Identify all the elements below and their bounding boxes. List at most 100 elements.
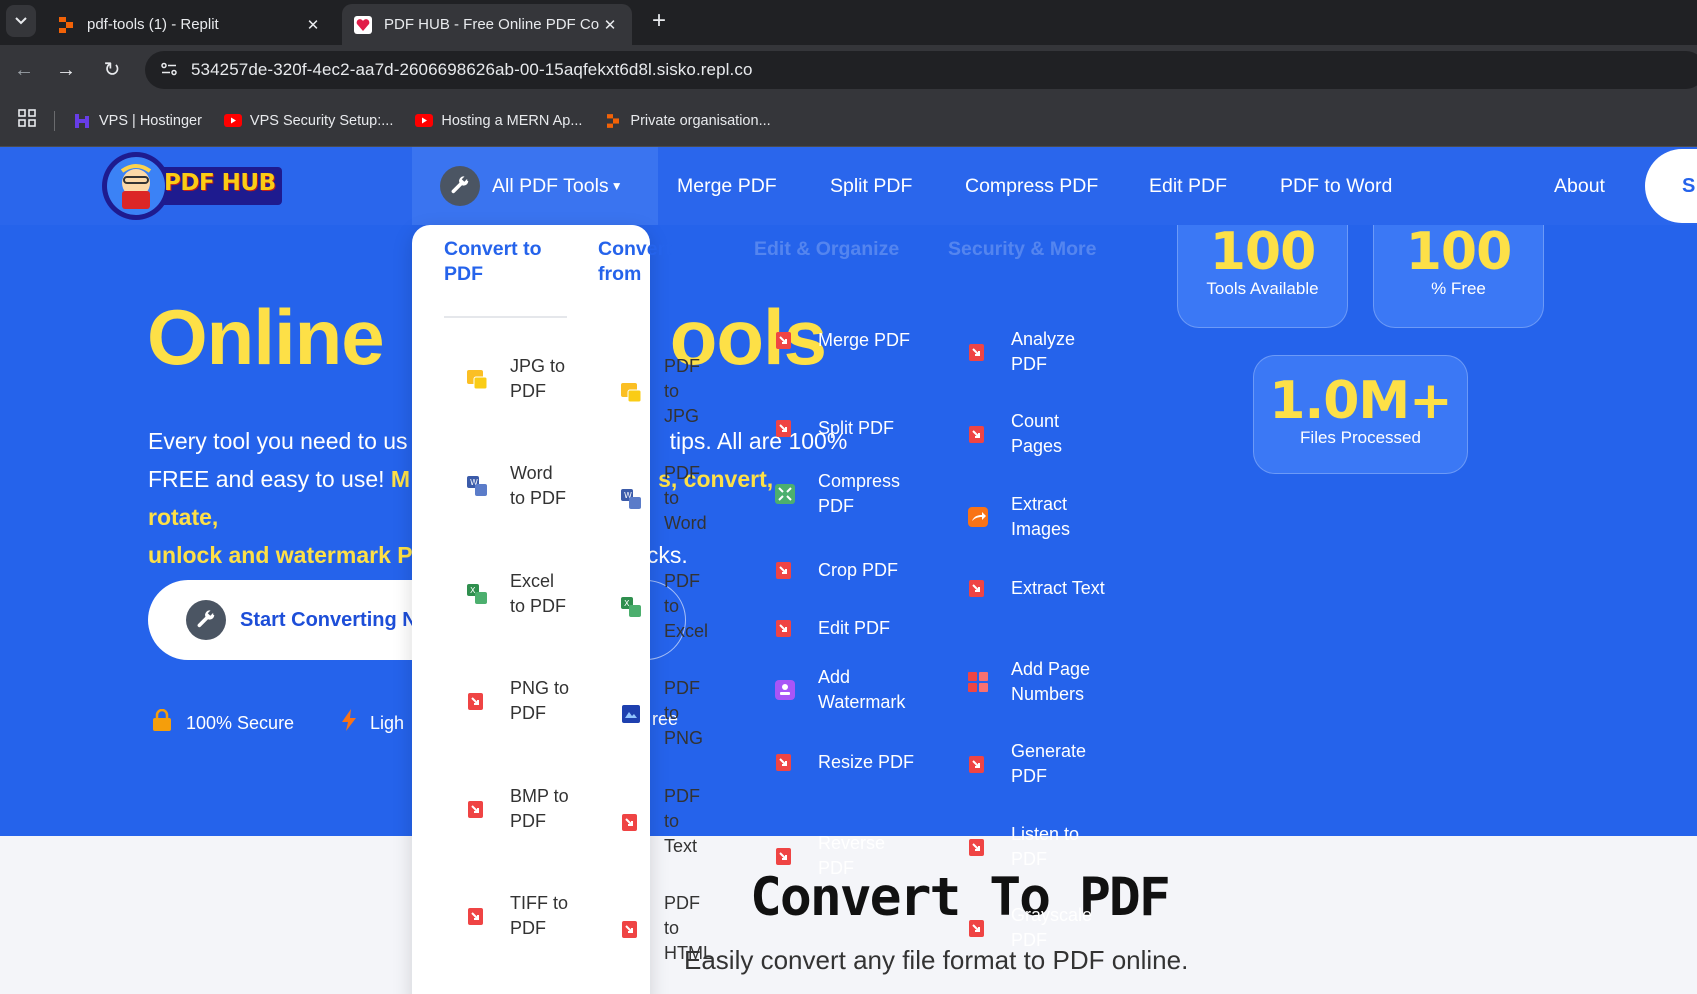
nav-label: Edit PDF — [1149, 174, 1228, 197]
edit-organize-label: Edit PDF — [818, 617, 891, 638]
imgA-icon — [618, 701, 644, 727]
security-more-item[interactable]: Grayscale PDF — [965, 903, 1111, 953]
browser-tab-strip: pdf-tools (1) - Replit ✕ PDF HUB - Free … — [0, 0, 1697, 45]
convert-from-pdf-label: PDF to Text — [664, 786, 700, 856]
bookmark-label: Private organisation... — [630, 112, 771, 129]
close-tab-icon[interactable]: ✕ — [303, 16, 323, 34]
browser-tab-replit[interactable]: pdf-tools (1) - Replit ✕ — [45, 4, 335, 45]
browser-tab-pdfhub[interactable]: PDF HUB - Free Online PDF Co ✕ — [342, 4, 632, 45]
convert-from-pdf-item[interactable]: PDF to Text — [618, 784, 714, 859]
bookmark-mern[interactable]: Hosting a MERN Ap... — [415, 113, 582, 129]
watermark-icon — [772, 677, 798, 703]
bookmark-hostinger[interactable]: VPS | Hostinger — [73, 113, 202, 129]
section-subtitle: Easily convert any file format to PDF on… — [684, 945, 1189, 975]
back-icon[interactable]: ← — [8, 54, 40, 86]
hero-sub-highlight: P — [397, 542, 413, 568]
close-tab-icon[interactable]: ✕ — [600, 16, 620, 34]
new-tab-button[interactable]: + — [646, 8, 672, 34]
bookmark-vps-security[interactable]: VPS Security Setup:... — [223, 112, 394, 129]
feature-secure: 100% Secure — [152, 708, 294, 737]
nav-merge-pdf[interactable]: Merge PDF — [677, 147, 777, 225]
dropdown-header-security: Security & More — [948, 238, 1097, 260]
security-more-item[interactable]: Analyze PDF — [965, 327, 1111, 377]
nav-edit-pdf[interactable]: Edit PDF — [1149, 147, 1227, 225]
edit-organize-item[interactable]: Split PDF — [772, 415, 918, 441]
apps-grid-icon[interactable] — [18, 109, 40, 132]
stat-label: Tools Available — [1206, 279, 1319, 298]
convert-from-pdf-item[interactable]: PDF to JPG — [618, 354, 714, 429]
red-icon — [772, 415, 798, 441]
browser-toolbar: ← → ↻ 534257de-320f-4ec2-aa7d-2606698626… — [0, 45, 1697, 95]
nav-pdf-to-word[interactable]: PDF to Word — [1280, 147, 1392, 225]
youtube-icon — [415, 113, 434, 129]
convert-from-pdf-item[interactable]: PDF to PNG — [618, 676, 714, 751]
edit-organize-item[interactable]: Merge PDF — [772, 327, 918, 353]
pdfhub-favicon-icon — [354, 15, 372, 34]
wrench-icon — [440, 166, 480, 206]
nav-all-pdf-tools[interactable]: All PDF Tools ▼ — [412, 147, 658, 225]
convert-to-pdf-label: BMP to PDF — [510, 786, 569, 831]
convert-to-pdf-label: PNG to PDF — [510, 678, 570, 723]
start-converting-label: Start Converting N — [240, 608, 417, 631]
security-more-label: Grayscale PDF — [1011, 905, 1093, 950]
edit-organize-item[interactable]: Crop PDF — [772, 557, 918, 583]
convert-from-pdf-label: PDF to Word — [664, 463, 707, 533]
nav-cta-label: S — [1682, 174, 1696, 197]
security-more-item[interactable]: Listen to PDF — [965, 822, 1111, 872]
url-text: 534257de-320f-4ec2-aa7d-2606698626ab-00-… — [191, 60, 753, 79]
feature-lightning: Ligh — [342, 709, 404, 737]
security-more-label: Extract Images — [1011, 494, 1071, 539]
convert-to-pdf-item[interactable]: X Excel to PDF — [464, 569, 570, 619]
convert-from-pdf-item[interactable]: X PDF to Excel — [618, 569, 714, 644]
compress-icon — [772, 481, 798, 507]
pdfhub-logo[interactable]: PDF HUB — [100, 151, 285, 221]
security-more-label: Analyze PDF — [1011, 329, 1076, 374]
security-more-item[interactable]: Add Page Numbers — [965, 657, 1111, 707]
nav-label: Compress PDF — [965, 174, 1099, 197]
reload-icon[interactable]: ↻ — [96, 54, 128, 86]
convert-to-pdf-item[interactable]: TIFF to PDF — [464, 891, 570, 941]
convert-from-pdf-item[interactable]: PDF to HTML — [618, 891, 714, 966]
convert-to-pdf-item[interactable]: PNG to PDF — [464, 676, 570, 726]
red-icon — [772, 843, 798, 869]
excel-icon: X — [464, 581, 490, 607]
convert-from-pdf-item[interactable]: W PDF to Word — [618, 461, 714, 536]
jpg-icon — [618, 379, 644, 405]
forward-icon[interactable]: → — [50, 54, 82, 86]
tab-search-button[interactable] — [6, 5, 36, 37]
stat-label: % Free — [1431, 279, 1486, 298]
nav-label: About — [1554, 174, 1605, 197]
tab-title: PDF HUB - Free Online PDF Co — [384, 16, 600, 33]
convert-to-pdf-label: TIFF to PDF — [510, 893, 568, 938]
nav-about[interactable]: About — [1554, 147, 1605, 225]
stat-card-files: 1.0M+ Files Processed — [1253, 355, 1468, 474]
red-icon — [772, 327, 798, 353]
stat-label: Files Processed — [1300, 428, 1421, 447]
convert-to-pdf-item[interactable]: JPG to PDF — [464, 354, 570, 404]
edit-organize-item[interactable]: Resize PDF — [772, 749, 918, 775]
edit-organize-item[interactable]: Compress PDF — [772, 469, 918, 519]
word-icon: W — [464, 473, 490, 499]
bookmark-private-org[interactable]: Private organisation... — [604, 112, 771, 129]
security-more-item[interactable]: Extract Text — [965, 575, 1111, 601]
lightning-icon — [342, 709, 356, 737]
edit-organize-item[interactable]: Reverse PDF — [772, 831, 918, 881]
edit-organize-item[interactable]: Edit PDF — [772, 615, 918, 641]
nav-split-pdf[interactable]: Split PDF — [830, 147, 912, 225]
png-icon — [464, 688, 490, 714]
convert-to-pdf-item[interactable]: BMP to PDF — [464, 784, 570, 834]
lock-icon — [152, 708, 172, 737]
convert-to-pdf-item[interactable]: W Word to PDF — [464, 461, 570, 511]
nav-compress-pdf[interactable]: Compress PDF — [965, 147, 1098, 225]
address-bar[interactable]: 534257de-320f-4ec2-aa7d-2606698626ab-00-… — [145, 51, 1697, 89]
bookmark-label: VPS Security Setup:... — [249, 112, 394, 129]
edit-organize-item[interactable]: Add Watermark — [772, 665, 918, 715]
site-info-icon[interactable] — [151, 62, 187, 79]
word-icon: W — [618, 486, 644, 512]
security-more-item[interactable]: Count Pages — [965, 409, 1111, 459]
security-more-item[interactable]: Generate PDF — [965, 739, 1111, 789]
nav-cta-button[interactable]: S — [1645, 149, 1697, 223]
security-more-item[interactable]: Extract Images — [965, 492, 1111, 542]
nav-label: Merge PDF — [677, 174, 777, 197]
wrench-icon — [186, 600, 226, 640]
